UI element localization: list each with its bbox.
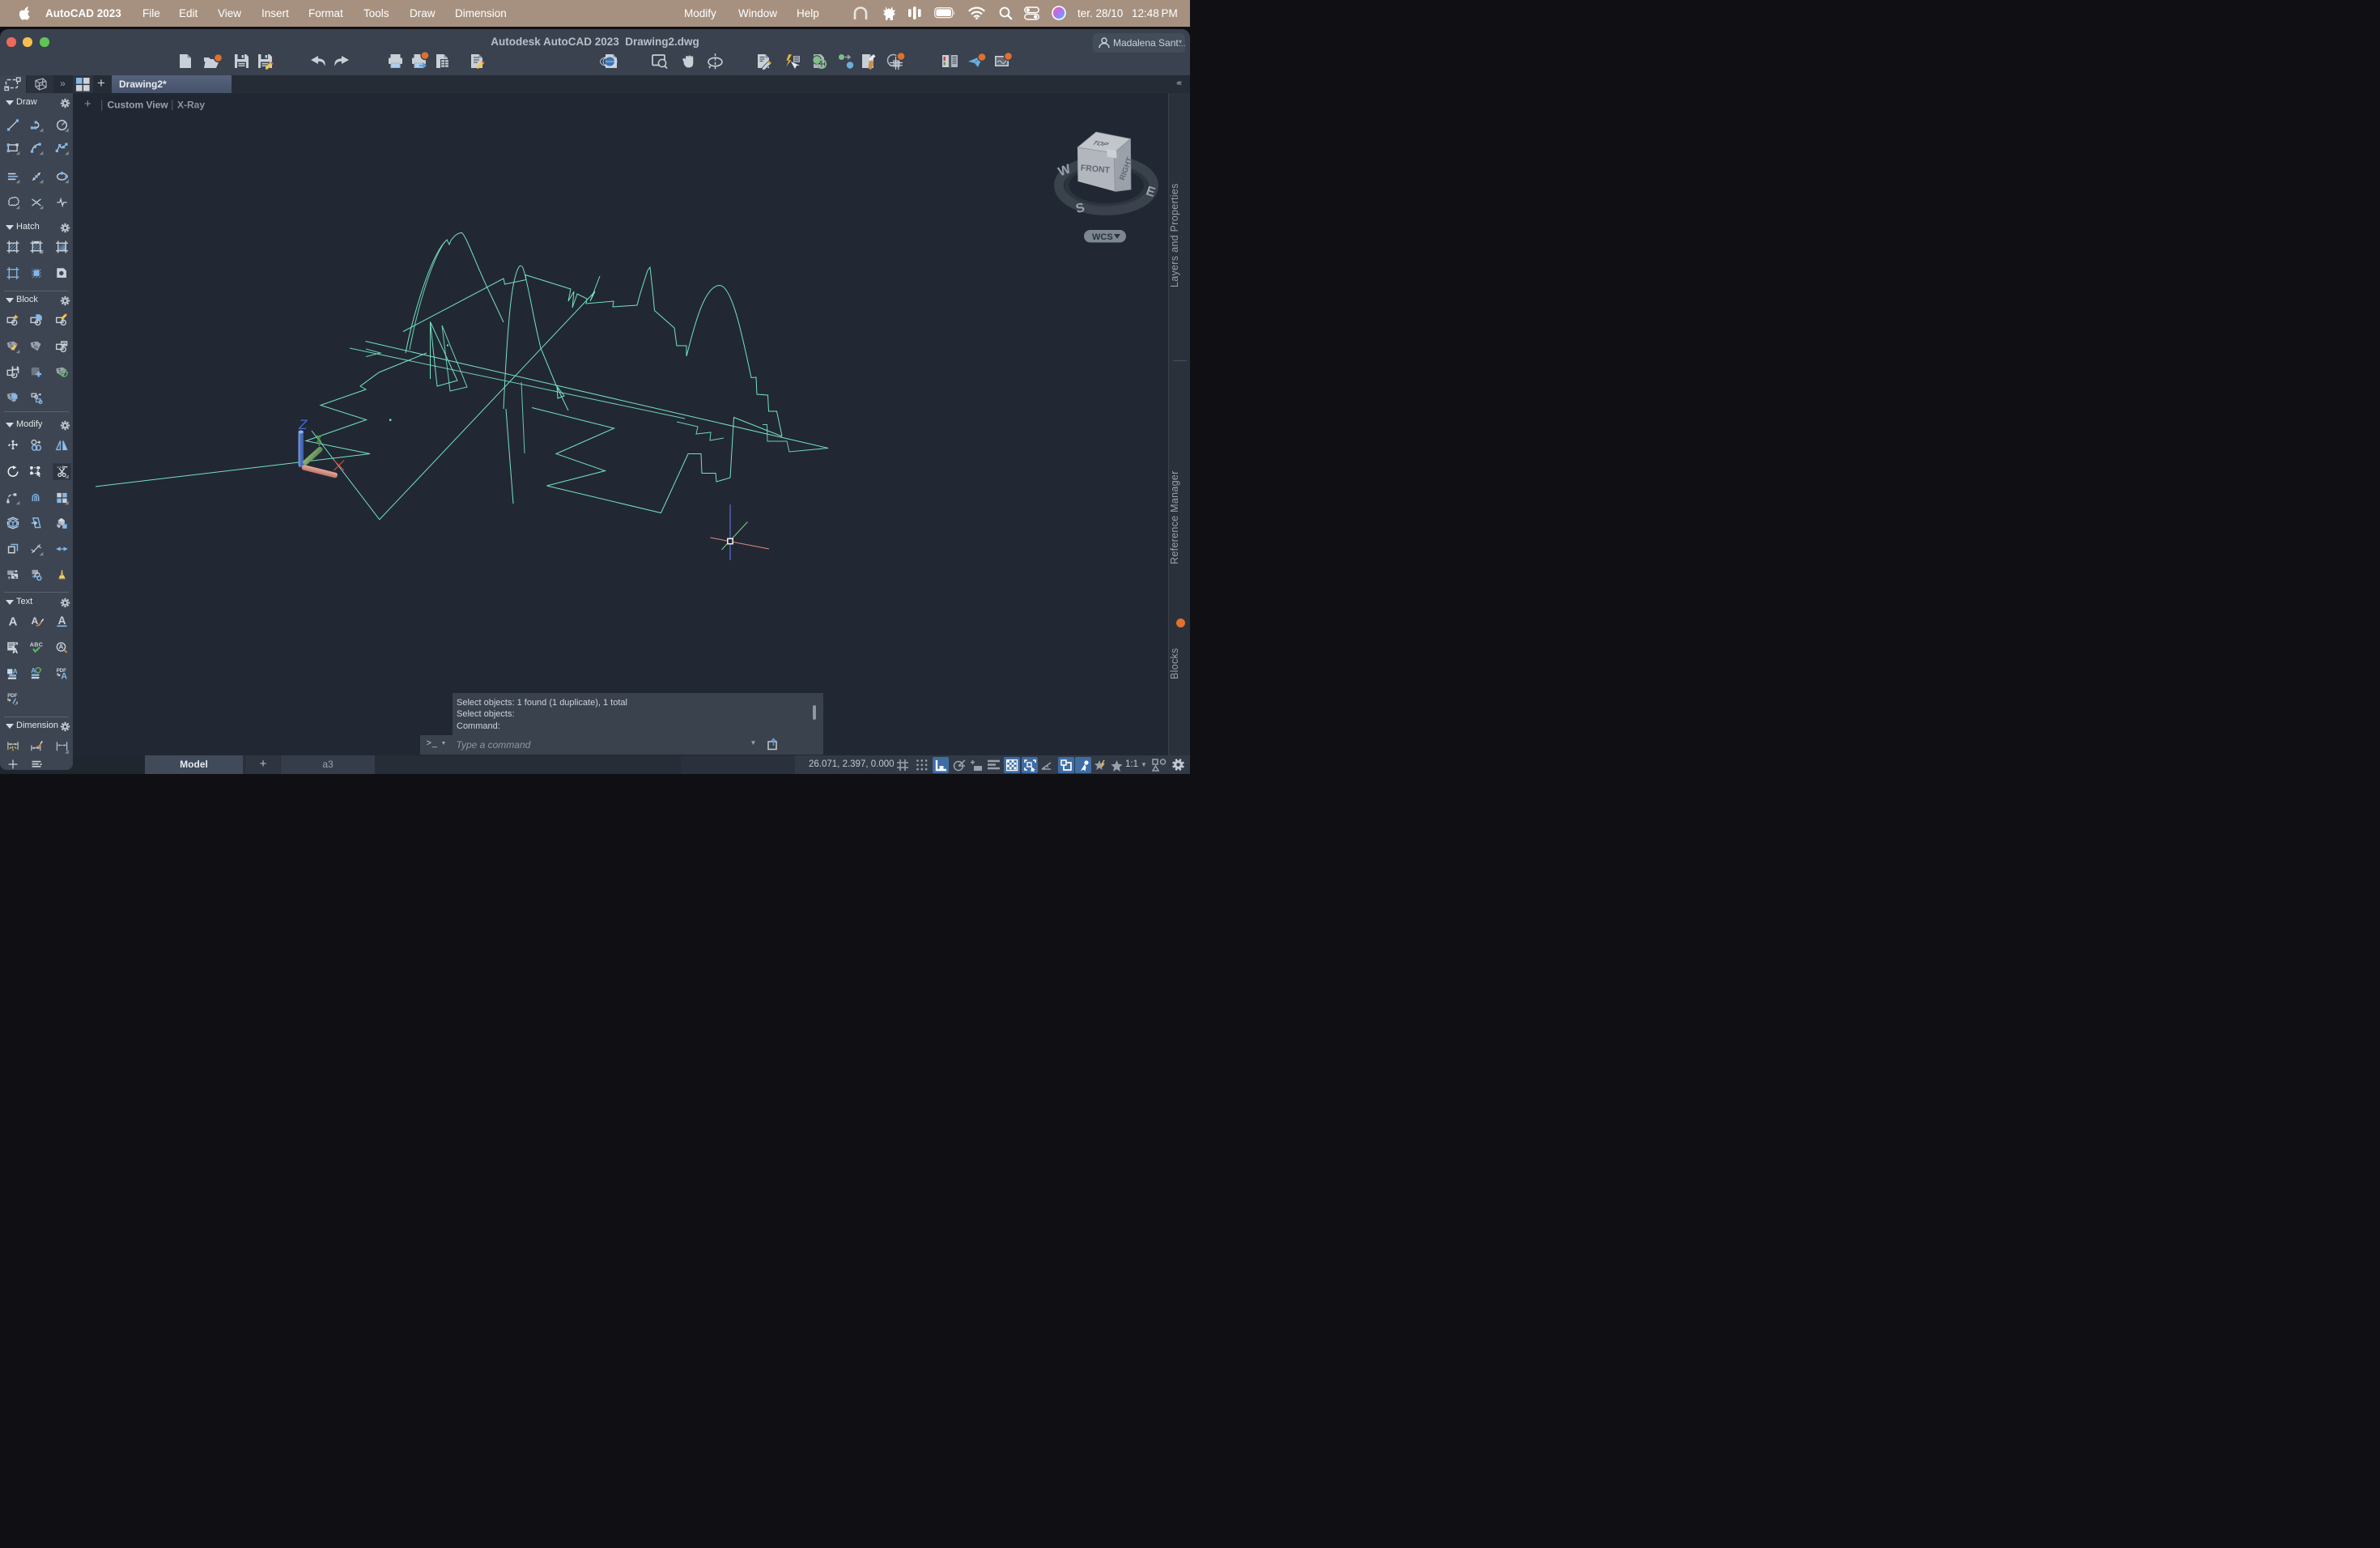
svg-text:Z: Z — [298, 417, 308, 432]
svg-text:A: A — [32, 615, 39, 627]
svg-text:A: A — [58, 615, 66, 627]
svg-text:|: | — [100, 99, 104, 111]
svg-text:WCS: WCS — [1092, 232, 1113, 242]
svg-text:X-Ray: X-Ray — [177, 100, 205, 111]
svg-text:A: A — [61, 672, 67, 682]
svg-text:+: + — [84, 97, 91, 111]
svg-text:A: A — [13, 668, 18, 675]
svg-text:Custom View: Custom View — [108, 100, 169, 111]
svg-text:|: | — [171, 99, 174, 111]
svg-text:A: A — [9, 615, 18, 628]
svg-text:A: A — [12, 647, 18, 656]
svg-text:ABC: ABC — [30, 642, 43, 649]
svg-text:PDF: PDF — [7, 693, 17, 699]
svg-text:A: A — [59, 644, 64, 651]
